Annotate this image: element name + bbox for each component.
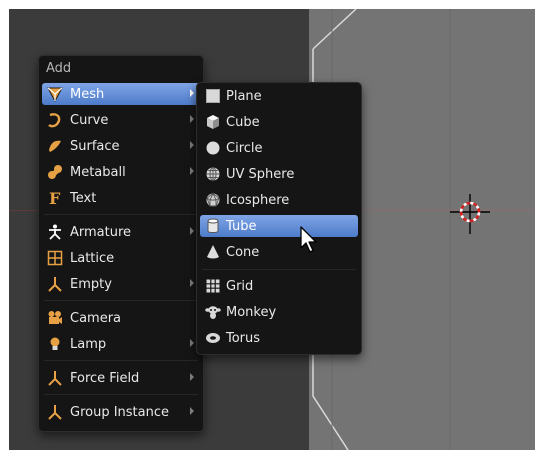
svg-text:F: F bbox=[49, 190, 61, 206]
add-menu-title: Add bbox=[46, 61, 72, 76]
mesh-icon bbox=[47, 87, 63, 102]
surface-icon bbox=[49, 140, 61, 152]
menu-item-surface[interactable]: Surface bbox=[42, 135, 200, 157]
monkey-icon bbox=[205, 306, 221, 319]
menu-item-curve[interactable]: Curve bbox=[42, 109, 200, 131]
circle-icon bbox=[206, 141, 220, 155]
torus-icon bbox=[206, 333, 220, 343]
submenu-item-label: Torus bbox=[226, 331, 261, 346]
chevron-right-icon bbox=[190, 141, 194, 149]
text-icon: F bbox=[49, 190, 61, 206]
submenu-item-monkey[interactable]: Monkey bbox=[200, 301, 358, 323]
submenu-item-icosphere[interactable]: Icosphere bbox=[200, 189, 358, 211]
submenu-item-torus[interactable]: Torus bbox=[200, 327, 358, 349]
submenu-item-cone[interactable]: Cone bbox=[200, 241, 358, 263]
submenu-item-grid[interactable]: Grid bbox=[200, 275, 358, 297]
group-instance-icon bbox=[48, 405, 62, 420]
curve-icon bbox=[48, 113, 61, 128]
uv-sphere-icon bbox=[206, 167, 220, 181]
cube-icon bbox=[207, 115, 219, 129]
menu-item-text[interactable]: F Text bbox=[42, 187, 200, 209]
menu-separator bbox=[44, 300, 198, 301]
submenu-item-label: Cube bbox=[226, 115, 260, 130]
force-field-icon bbox=[48, 371, 62, 386]
menu-item-label: Mesh bbox=[70, 87, 105, 102]
menu-item-label: Text bbox=[70, 191, 97, 206]
submenu-item-cube[interactable]: Cube bbox=[200, 111, 358, 133]
menu-item-label: Metaball bbox=[70, 165, 126, 180]
menu-separator bbox=[44, 214, 198, 215]
menu-item-group-instance[interactable]: Group Instance bbox=[42, 401, 200, 423]
submenu-item-label: Tube bbox=[226, 219, 257, 234]
submenu-item-label: Monkey bbox=[226, 305, 277, 320]
chevron-right-icon bbox=[190, 167, 194, 175]
empty-icon bbox=[48, 277, 62, 292]
tube-icon bbox=[207, 218, 219, 233]
menu-item-label: Lattice bbox=[70, 251, 115, 266]
menu-item-camera[interactable]: Camera bbox=[42, 307, 200, 329]
submenu-item-uv-sphere[interactable]: UV Sphere bbox=[200, 163, 358, 185]
cone-icon bbox=[207, 245, 219, 259]
submenu-item-tube[interactable]: Tube bbox=[200, 215, 358, 237]
blender-3d-viewport[interactable]: Add Mesh Curve Surface Metaball F Text A… bbox=[9, 9, 535, 450]
menu-item-label: Armature bbox=[70, 225, 132, 240]
metaball-icon bbox=[48, 165, 62, 179]
mesh-submenu: Plane Cube Circle UV Sphere Icosphere Tu… bbox=[196, 82, 362, 355]
grid-icon bbox=[206, 279, 220, 293]
chevron-right-icon bbox=[190, 407, 194, 415]
menu-item-lamp[interactable]: Lamp bbox=[42, 333, 200, 355]
submenu-item-label: UV Sphere bbox=[226, 167, 295, 182]
add-menu: Add Mesh Curve Surface Metaball F Text A… bbox=[38, 55, 204, 432]
menu-separator bbox=[44, 360, 198, 361]
lamp-icon bbox=[50, 337, 60, 350]
submenu-item-label: Icosphere bbox=[226, 193, 290, 208]
3d-cursor-icon bbox=[450, 194, 490, 234]
menu-item-label: Surface bbox=[70, 139, 120, 154]
chevron-right-icon bbox=[190, 227, 194, 235]
menu-separator bbox=[202, 269, 356, 270]
submenu-item-label: Circle bbox=[226, 141, 263, 156]
menu-item-label: Group Instance bbox=[70, 405, 170, 420]
chevron-right-icon bbox=[190, 373, 194, 381]
submenu-item-circle[interactable]: Circle bbox=[200, 137, 358, 159]
menu-item-label: Camera bbox=[70, 311, 122, 326]
menu-item-metaball[interactable]: Metaball bbox=[42, 161, 200, 183]
menu-item-empty[interactable]: Empty bbox=[42, 273, 200, 295]
armature-icon bbox=[49, 224, 61, 240]
lattice-icon bbox=[47, 250, 63, 266]
submenu-item-label: Plane bbox=[226, 89, 262, 104]
camera-icon bbox=[48, 311, 62, 324]
menu-item-lattice[interactable]: Lattice bbox=[42, 247, 200, 269]
menu-item-force-field[interactable]: Force Field bbox=[42, 367, 200, 389]
menu-item-label: Empty bbox=[70, 277, 112, 292]
submenu-item-plane[interactable]: Plane bbox=[200, 85, 358, 107]
icosphere-icon bbox=[206, 192, 220, 207]
menu-item-mesh[interactable]: Mesh bbox=[42, 83, 200, 105]
chevron-right-icon bbox=[190, 89, 194, 97]
menu-item-label: Force Field bbox=[70, 371, 140, 386]
chevron-right-icon bbox=[190, 279, 194, 287]
menu-item-label: Curve bbox=[70, 113, 109, 128]
submenu-item-label: Grid bbox=[226, 279, 254, 294]
chevron-right-icon bbox=[190, 339, 194, 347]
plane-icon bbox=[206, 89, 220, 103]
submenu-item-label: Cone bbox=[226, 245, 260, 260]
chevron-right-icon bbox=[190, 115, 194, 123]
menu-item-armature[interactable]: Armature bbox=[42, 221, 200, 243]
menu-item-label: Lamp bbox=[70, 337, 107, 352]
mouse-pointer-icon bbox=[300, 226, 317, 253]
menu-separator bbox=[44, 394, 198, 395]
